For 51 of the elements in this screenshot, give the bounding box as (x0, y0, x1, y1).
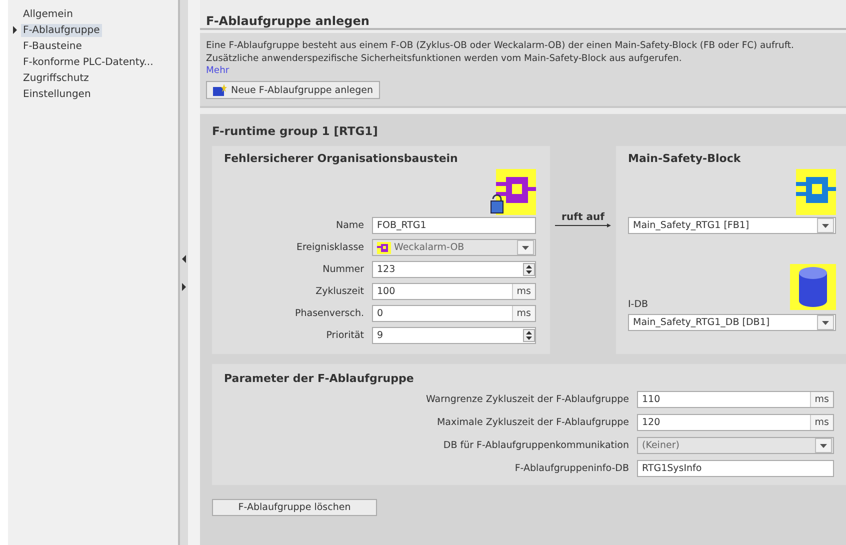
field-label: Priorität (325, 330, 364, 341)
input-field[interactable]: 0 ms (372, 305, 536, 322)
current-item-icon (12, 26, 18, 34)
sidebar-item[interactable]: Zugriffschutz (21, 72, 91, 84)
new-group-button[interactable]: Neue F-Ablaufgruppe anlegen (206, 81, 380, 99)
input-field[interactable]: RTG1SysInfo (637, 460, 834, 477)
number-spinner[interactable]: 9 (372, 327, 536, 344)
arrow-icon (555, 223, 611, 228)
spinner-arrows-icon[interactable] (523, 263, 535, 276)
expand-arrow-icon[interactable] (181, 282, 187, 290)
caret-icon (822, 320, 829, 324)
panel-title: Fehlersicherer Organisationsbaustein (224, 152, 459, 165)
block-icon (377, 242, 391, 254)
sidebar-item[interactable]: F-konforme PLC-Datenty... (21, 56, 156, 68)
more-link[interactable]: Mehr (206, 65, 230, 76)
field-label: Ereignisklasse (295, 242, 364, 253)
field-label: Name (334, 220, 364, 231)
panel-title: Main-Safety-Block (628, 152, 742, 165)
calls-label: ruft auf (562, 212, 604, 223)
field-label: Maximale Zykluszeit der F-Ablaufgruppe (436, 417, 629, 428)
sidebar-item[interactable]: Allgemein (21, 8, 75, 20)
locked-block-icon (490, 169, 536, 215)
sidebar-item[interactable]: F-Bausteine (21, 40, 84, 52)
delete-group-button[interactable]: F-Ablaufgruppe löschen (212, 499, 377, 516)
caret-icon (522, 246, 529, 250)
field-label: F-Ablaufgruppeninfo-DB (514, 463, 629, 474)
caret-icon (822, 224, 829, 228)
input-field[interactable]: FOB_RTG1 (372, 217, 536, 234)
sidebar-item[interactable]: F-Ablaufgruppe (21, 24, 102, 36)
number-spinner[interactable]: 123 (372, 261, 536, 278)
new-block-icon (213, 84, 227, 96)
collapse-arrow-icon[interactable] (181, 254, 187, 262)
input-field[interactable]: 110 ms (637, 391, 834, 408)
field-label: Phasenversch. (294, 308, 364, 319)
field-label: Nummer (322, 264, 364, 275)
database-icon (790, 264, 836, 310)
dropdown-field[interactable]: Main_Safety_RTG1_DB [DB1] (628, 314, 836, 331)
panel-title: Parameter der F-Ablaufgruppe (224, 372, 415, 385)
info-text: Eine F-Ablaufgruppe besteht aus einem F-OB (Zyklus-OB oder Weckalarm-OB) der einen Main-Safety-Block (FB oder FC) aufruft. Zusätzliche anwenderspezifische Sicherheitsfunktionen werden vom Main-Safety-Block aus aufgerufen. (206, 39, 795, 65)
dropdown-field[interactable]: Main_Safety_RTG1 [FB1] (628, 217, 836, 234)
sidebar-item[interactable]: Einstellungen (21, 88, 93, 100)
section-title: F-Ablaufgruppe anlegen (206, 14, 370, 28)
field-label: I-DB (628, 299, 648, 310)
field-label: Warngrenze Zykluszeit der F-Ablaufgruppe (425, 394, 629, 405)
input-field[interactable]: 120 ms (637, 414, 834, 431)
input-field[interactable]: 100 ms (372, 283, 536, 300)
field-label: Zykluszeit (314, 286, 364, 297)
spinner-arrows-icon[interactable] (523, 329, 535, 342)
caret-icon (820, 444, 827, 448)
group-title: F-runtime group 1 [RTG1] (212, 124, 379, 138)
field-label: DB für F-Ablaufgruppenkommunikation (442, 440, 629, 451)
